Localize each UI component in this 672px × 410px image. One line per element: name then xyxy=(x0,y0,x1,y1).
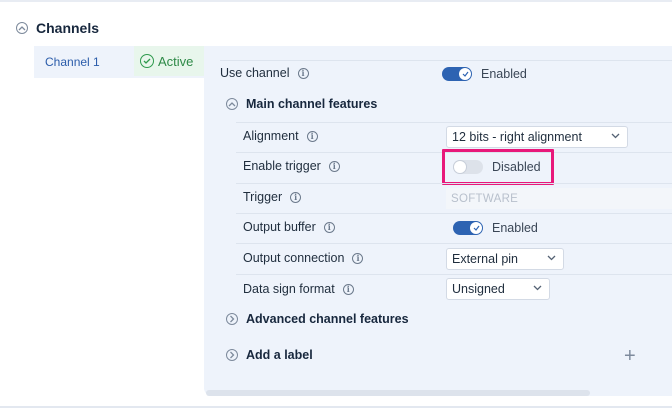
chevron-down-icon xyxy=(611,133,620,139)
use-channel-state: Enabled xyxy=(481,67,527,81)
status-badge: Active xyxy=(134,46,204,76)
chevron-up-circle-icon[interactable] xyxy=(16,22,28,34)
trigger-row: Trigger i xyxy=(243,190,302,204)
output-buffer-toggle-group: Enabled xyxy=(453,221,538,235)
output-buffer-label: Output buffer xyxy=(243,220,316,234)
advanced-features-title: Advanced channel features xyxy=(246,312,409,326)
alignment-label: Alignment xyxy=(243,129,299,143)
output-buffer-toggle[interactable] xyxy=(453,221,483,235)
main-features-header[interactable]: Main channel features xyxy=(226,97,377,111)
output-connection-label: Output connection xyxy=(243,251,345,265)
output-buffer-state: Enabled xyxy=(492,221,538,235)
trigger-label: Trigger xyxy=(243,190,283,204)
data-sign-format-select[interactable]: Unsigned xyxy=(446,278,550,300)
main-features-title: Main channel features xyxy=(246,97,378,111)
info-icon[interactable]: i xyxy=(306,130,318,142)
data-sign-format-label: Data sign format xyxy=(243,282,335,296)
divider xyxy=(236,122,672,123)
plus-icon[interactable]: + xyxy=(624,346,636,366)
section-title: Channels xyxy=(36,20,100,36)
enable-trigger-row: Enable trigger i xyxy=(243,159,340,173)
use-channel-toggle-group: Enabled xyxy=(442,67,527,81)
alignment-row: Alignment i xyxy=(243,129,318,143)
info-icon[interactable]: i xyxy=(323,221,335,233)
channel-tab[interactable]: Channel 1 Active xyxy=(34,46,204,78)
channels-section-header[interactable]: Channels xyxy=(16,20,99,36)
add-label-title: Add a label xyxy=(246,348,313,362)
horizontal-scrollbar[interactable] xyxy=(206,390,590,396)
data-sign-format-row: Data sign format i xyxy=(243,282,354,296)
check-circle-icon xyxy=(140,54,154,68)
highlight-box xyxy=(442,149,554,185)
use-channel-row: Use channel i xyxy=(220,66,309,80)
chevron-right-circle-icon[interactable] xyxy=(226,313,238,325)
info-icon[interactable]: i xyxy=(290,191,302,203)
chevron-down-icon xyxy=(533,285,542,291)
add-label-header[interactable]: Add a label xyxy=(226,348,313,362)
divider xyxy=(236,243,672,244)
use-channel-label: Use channel xyxy=(220,66,290,80)
alignment-select[interactable]: 12 bits - right alignment xyxy=(446,126,628,148)
status-badge-label: Active xyxy=(158,53,194,69)
alignment-value: 12 bits - right alignment xyxy=(452,130,582,144)
info-icon[interactable]: i xyxy=(328,160,340,172)
divider xyxy=(236,213,672,214)
output-connection-value: External pin xyxy=(452,252,519,266)
divider xyxy=(236,274,672,275)
top-divider xyxy=(0,0,672,2)
info-icon[interactable]: i xyxy=(342,283,354,295)
divider xyxy=(236,183,672,184)
chevron-right-circle-icon[interactable] xyxy=(226,349,238,361)
info-icon[interactable]: i xyxy=(352,252,364,264)
chevron-up-circle-icon[interactable] xyxy=(226,98,238,110)
output-connection-select[interactable]: External pin xyxy=(446,248,564,270)
bottom-divider xyxy=(0,406,672,408)
enable-trigger-label: Enable trigger xyxy=(243,159,321,173)
output-connection-row: Output connection i xyxy=(243,251,364,265)
advanced-features-header[interactable]: Advanced channel features xyxy=(226,312,409,326)
divider xyxy=(220,60,672,61)
use-channel-toggle[interactable] xyxy=(442,67,472,81)
chevron-down-icon xyxy=(547,255,556,261)
output-buffer-row: Output buffer i xyxy=(243,220,335,234)
info-icon[interactable]: i xyxy=(297,67,309,79)
trigger-field: SOFTWARE xyxy=(446,188,672,209)
channel-tab-label: Channel 1 xyxy=(45,55,100,69)
data-sign-format-value: Unsigned xyxy=(452,282,505,296)
